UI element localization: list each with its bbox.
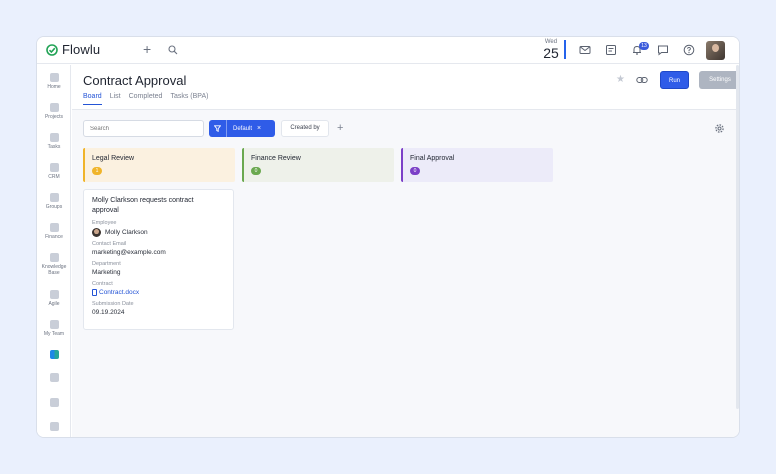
sidebar-item-label: Projects <box>44 114 64 120</box>
employee-field: Molly Clarkson <box>92 228 225 237</box>
star-icon[interactable]: ★ <box>616 74 625 85</box>
column-count-badge: 0 <box>410 167 420 175</box>
mail-icon[interactable] <box>579 44 591 56</box>
app-name: Flowlu <box>62 42 101 57</box>
my-team-icon <box>49 320 59 329</box>
tab-tasks-bpa[interactable]: Tasks (BPA) <box>170 93 208 105</box>
date-divider <box>564 40 566 59</box>
app-icon <box>49 350 59 359</box>
app-window: Flowlu + Wed 25 13 Home Projects Tasks C… <box>36 36 740 438</box>
logo[interactable]: Flowlu <box>46 42 100 57</box>
email-label: Contact Email <box>92 241 127 247</box>
sidebar-item-projects[interactable]: Projects <box>37 103 71 120</box>
column-name: Final Approval <box>410 155 455 162</box>
filter-button[interactable]: Default × <box>209 120 275 137</box>
sidebar-item-knowledge-base[interactable]: Knowledge Base <box>37 253 71 276</box>
sidebar-item-my-team[interactable]: My Team <box>37 320 71 337</box>
sidebar-item-finance[interactable]: Finance <box>37 223 71 240</box>
filter-icon <box>209 120 227 137</box>
contract-file-name: Contract.docx <box>99 289 140 296</box>
sidebar-item-label: Groups <box>45 204 63 210</box>
add-icon[interactable]: + <box>143 42 151 56</box>
employee-avatar <box>92 228 101 237</box>
date-day: 25 <box>543 45 559 61</box>
column-count-badge: 0 <box>251 167 261 175</box>
sidebar: Home Projects Tasks CRM Groups Finance K… <box>37 65 71 437</box>
column-legal-review[interactable]: Legal Review 1 <box>83 148 235 182</box>
sidebar-item-agile[interactable]: Agile <box>37 290 71 307</box>
sidebar-item-label: Tasks <box>47 144 61 150</box>
user-avatar[interactable] <box>706 41 725 60</box>
module-icon <box>49 398 59 407</box>
search-input[interactable] <box>83 120 204 137</box>
department-label: Department <box>92 261 121 267</box>
sidebar-item-extra-2[interactable] <box>37 398 71 407</box>
tab-list[interactable]: List <box>110 93 121 105</box>
board-content: Default × Created by + Legal Review 1 Fi… <box>72 110 739 437</box>
task-card[interactable]: Molly Clarkson requests contract approva… <box>83 189 234 330</box>
sidebar-item-home[interactable]: Home <box>37 73 71 90</box>
file-icon <box>92 289 97 296</box>
help-icon[interactable] <box>683 44 695 56</box>
tab-board[interactable]: Board <box>83 93 102 105</box>
tab-completed[interactable]: Completed <box>129 93 163 105</box>
submission-date-value: 09.19.2024 <box>92 309 125 316</box>
main-area: Contract Approval Board List Completed T… <box>72 65 739 437</box>
email-value: marketing@example.com <box>92 249 166 256</box>
gear-icon[interactable] <box>714 123 725 134</box>
department-value: Marketing <box>92 269 121 276</box>
flowlu-logo-icon <box>46 43 58 56</box>
sidebar-item-label: Finance <box>45 234 63 240</box>
column-name: Legal Review <box>92 155 135 162</box>
sidebar-item-tasks[interactable]: Tasks <box>37 133 71 150</box>
page-title: Contract Approval <box>83 73 187 88</box>
scrollbar[interactable] <box>736 65 739 409</box>
finance-icon <box>49 223 59 232</box>
created-by-filter[interactable]: Created by <box>281 120 329 137</box>
contract-label: Contract <box>92 281 113 287</box>
sidebar-item-extra-1[interactable] <box>37 373 71 382</box>
sidebar-item-label: CRM <box>48 174 60 180</box>
settings-button[interactable]: Settings <box>699 71 739 89</box>
submission-date-label: Submission Date <box>92 301 134 307</box>
tasks-icon <box>49 133 59 142</box>
sidebar-item-groups[interactable]: Groups <box>37 193 71 210</box>
search-icon[interactable] <box>168 45 178 55</box>
sidebar-item-crm[interactable]: CRM <box>37 163 71 180</box>
knowledge-base-icon <box>49 253 59 262</box>
contract-file-link[interactable]: Contract.docx <box>92 288 225 297</box>
groups-icon <box>49 193 59 202</box>
column-finance-review[interactable]: Finance Review 0 <box>242 148 394 182</box>
module-icon <box>49 422 59 431</box>
agile-icon <box>49 290 59 299</box>
link-icon[interactable] <box>636 75 648 85</box>
add-filter-icon[interactable]: + <box>337 120 343 136</box>
sidebar-item-app[interactable] <box>37 350 71 359</box>
top-bar: Flowlu + Wed 25 13 <box>37 37 739 64</box>
module-icon <box>49 373 59 382</box>
sidebar-item-extra-3[interactable] <box>37 422 71 431</box>
column-final-approval[interactable]: Final Approval 0 <box>401 148 553 182</box>
clear-filter-icon[interactable]: × <box>257 125 261 132</box>
chat-icon[interactable] <box>657 44 669 56</box>
view-tabs: Board List Completed Tasks (BPA) <box>83 93 216 105</box>
card-title: Molly Clarkson requests contract approva… <box>92 197 194 214</box>
run-button[interactable]: Run <box>660 71 689 89</box>
sidebar-item-label: Agile <box>48 301 60 307</box>
employee-label: Employee <box>92 220 117 226</box>
projects-icon <box>49 103 59 112</box>
sidebar-item-label: My Team <box>43 331 65 337</box>
sidebar-item-label: Home <box>47 84 61 90</box>
employee-name: Molly Clarkson <box>105 229 148 236</box>
column-name: Finance Review <box>251 155 301 162</box>
sidebar-item-label: Knowledge Base <box>41 264 67 276</box>
column-count-badge: 1 <box>92 167 102 175</box>
crm-icon <box>49 163 59 172</box>
calendar-date[interactable]: Wed 25 <box>540 39 562 60</box>
notification-badge: 13 <box>639 42 649 50</box>
notes-icon[interactable] <box>605 44 617 56</box>
home-icon <box>49 73 59 82</box>
filter-label: Default <box>233 125 253 132</box>
